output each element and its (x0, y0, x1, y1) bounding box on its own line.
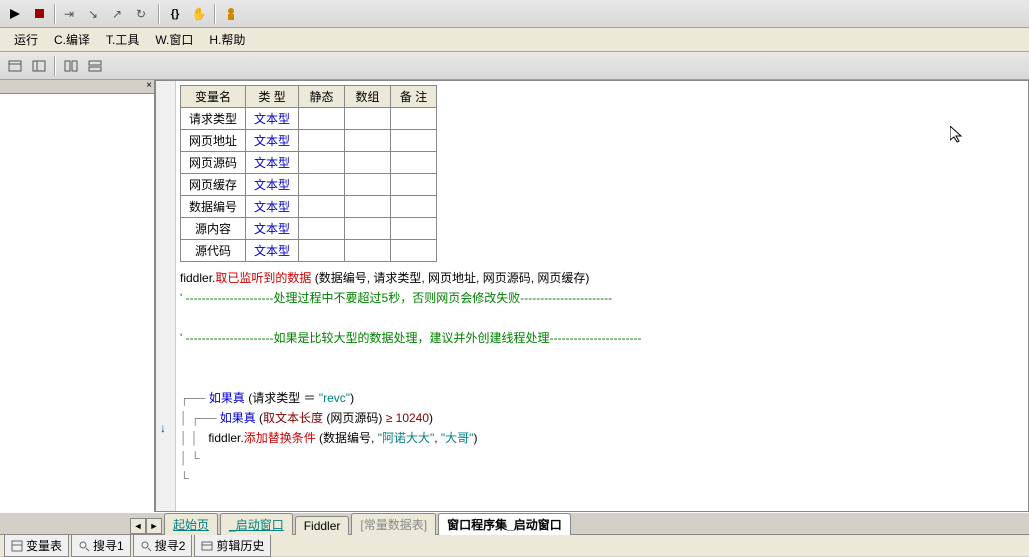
menubar: 运行 C.编译 T.工具 W.窗口 H.帮助 (0, 28, 1029, 52)
step-icon[interactable]: ↻ (132, 3, 154, 25)
th-note: 备 注 (391, 86, 437, 108)
side-panel-body (0, 94, 154, 512)
step-out-icon[interactable]: ↗ (108, 3, 130, 25)
hand-icon[interactable]: ✋ (188, 3, 210, 25)
table-row[interactable]: 网页缓存文本型 (181, 174, 437, 196)
svg-text:↘: ↘ (88, 8, 98, 20)
th-name: 变量名 (181, 86, 246, 108)
tab-scroll-left[interactable]: ◄ (130, 518, 146, 534)
editor-tabs: ◄ ► 起始页 _启动窗口 Fiddler [常量数据表] 窗口程序集_启动窗口 (0, 512, 1029, 534)
view-icon-2[interactable] (28, 55, 50, 77)
bottom-search2[interactable]: 搜寻2 (133, 534, 193, 557)
code-comment: ' ----------------------处理过程中不要超过5秒，否则网页… (180, 288, 1018, 308)
editor-gutter: ↓ (156, 81, 176, 511)
tab-fiddler[interactable]: Fiddler (295, 516, 350, 535)
table-row[interactable]: 请求类型文本型 (181, 108, 437, 130)
code-blank (180, 308, 1018, 328)
table-row[interactable]: 源代码文本型 (181, 240, 437, 262)
bottom-history[interactable]: 剪辑历史 (194, 534, 271, 557)
bottom-bar: 变量表 搜寻1 搜寻2 剪辑历史 (0, 534, 1029, 556)
step-over-icon[interactable]: ⇥ (60, 3, 82, 25)
svg-text:⇥: ⇥ (64, 8, 74, 20)
code-blank (180, 348, 1018, 368)
view-icon-3[interactable] (60, 55, 82, 77)
stop-button[interactable] (28, 3, 50, 25)
menu-tools[interactable]: T.工具 (98, 28, 147, 51)
variable-table: 变量名 类 型 静态 数组 备 注 请求类型文本型 网页地址文本型 网页源码文本… (180, 85, 437, 262)
table-row[interactable]: 数据编号文本型 (181, 196, 437, 218)
table-row[interactable]: 网页源码文本型 (181, 152, 437, 174)
close-icon[interactable]: × (146, 80, 152, 93)
view-icon-4[interactable] (84, 55, 106, 77)
toolbar-view (0, 52, 1029, 80)
th-array: 数组 (345, 86, 391, 108)
svg-text:↻: ↻ (136, 8, 146, 20)
menu-help[interactable]: H.帮助 (201, 28, 253, 51)
menu-run[interactable]: 运行 (6, 28, 46, 51)
code-comment: ' ----------------------如果是比较大型的数据处理，建议并… (180, 328, 1018, 348)
run-button[interactable] (4, 3, 26, 25)
side-panel: × (0, 80, 155, 512)
code-line: ┌── 如果真 (请求类型 ＝ "revc") (180, 388, 1018, 408)
view-icon-1[interactable] (4, 55, 26, 77)
menu-compile[interactable]: C.编译 (46, 28, 98, 51)
menu-window[interactable]: W.窗口 (147, 28, 201, 51)
bottom-search1[interactable]: 搜寻1 (71, 534, 131, 557)
table-row[interactable]: 源内容文本型 (181, 218, 437, 240)
svg-text:↗: ↗ (112, 8, 122, 20)
step-into-icon[interactable]: ↘ (84, 3, 106, 25)
tab-const[interactable]: [常量数据表] (351, 513, 436, 535)
code-blank (180, 368, 1018, 388)
toolbar-run: ⇥ ↘ ↗ ↻ {} ✋ (0, 0, 1029, 28)
code-line: └ (180, 468, 1018, 488)
code-line: │ └ (180, 448, 1018, 468)
code-line: │ ┌── 如果真 (取文本长度 (网页源码) ≥ 10240) (180, 408, 1018, 428)
tab-window[interactable]: _启动窗口 (220, 513, 293, 535)
table-row[interactable]: 网页地址文本型 (181, 130, 437, 152)
debug-person-icon[interactable] (220, 3, 242, 25)
tab-start[interactable]: 起始页 (164, 513, 218, 535)
th-type: 类 型 (246, 86, 299, 108)
th-static: 静态 (299, 86, 345, 108)
code-line: fiddler.取已监听到的数据 (数据编号, 请求类型, 网页地址, 网页源码… (180, 268, 1018, 288)
braces-icon[interactable]: {} (164, 3, 186, 25)
gutter-arrow-icon: ↓ (160, 421, 166, 435)
code-line: │ │ fiddler.添加替换条件 (数据编号, "阿诺大大", "大哥") (180, 428, 1018, 448)
tab-scroll-right[interactable]: ► (146, 518, 162, 534)
code-editor[interactable]: ↓ 变量名 类 型 静态 数组 备 注 请求类型文本型 网页地址文本型 网页源码… (155, 80, 1029, 512)
bottom-vartable[interactable]: 变量表 (4, 534, 69, 557)
tab-program[interactable]: 窗口程序集_启动窗口 (438, 513, 571, 535)
